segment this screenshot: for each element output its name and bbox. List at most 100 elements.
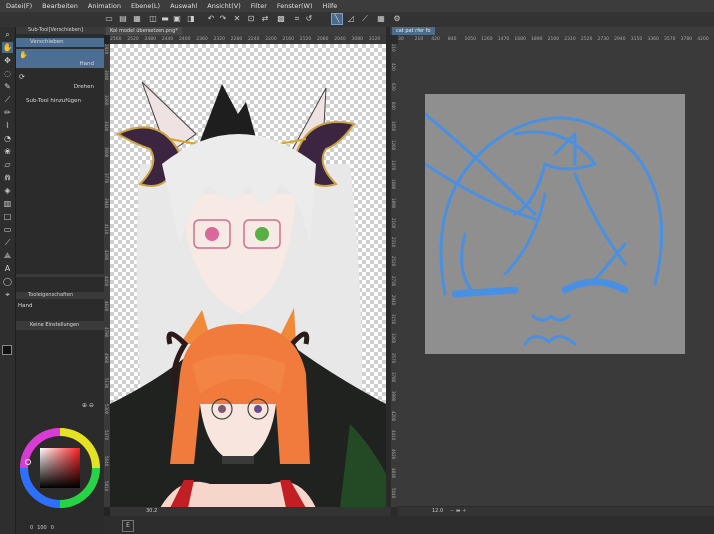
canvas2-vruler-tick-16: 3570 <box>391 352 396 363</box>
open-icon[interactable]: ▤ <box>118 14 128 24</box>
balloon-tool-icon[interactable]: ◯ <box>2 276 13 287</box>
main-color-swatch[interactable] <box>2 345 12 355</box>
canvas1-vruler-tick-10: 4620 <box>104 301 109 312</box>
operation-tool-icon[interactable]: ⌖ <box>2 289 13 300</box>
fill-icon[interactable]: ▩ <box>276 14 286 24</box>
ruler-tool-icon[interactable]: ⟋ <box>2 237 13 248</box>
canvas2-vertical-ruler: 210 420 630 840 1050 1260 1470 1680 1890 2100 2310… <box>391 44 398 507</box>
airbrush-tool-icon[interactable]: ◔ <box>2 133 13 144</box>
color-wheel[interactable] <box>20 416 102 520</box>
canvas2-vruler-tick-13: 2940 <box>391 294 396 305</box>
canvas1-tab[interactable]: Koi model übersetzen.png* <box>106 27 182 35</box>
menu-item-0[interactable]: Datei(F) <box>6 2 32 10</box>
no-settings-label: Keine Einstellungen <box>16 321 104 330</box>
deselect-icon[interactable]: ⊡ <box>246 14 256 24</box>
canvas2-ruler-tick-4: 1050 <box>464 37 476 42</box>
character1-right-eye <box>255 227 269 241</box>
grid-icon[interactable]: ▦ <box>132 14 142 24</box>
canvas2-vruler-tick-6: 1470 <box>391 159 396 170</box>
canvas2-vruler-tick-11: 2520 <box>391 256 396 267</box>
folder-icon[interactable]: ▬ <box>160 14 170 24</box>
menu-item-7[interactable]: Fenster(W) <box>277 2 313 10</box>
canvas2-ruler-tick-1: 210 <box>414 37 424 42</box>
menu-item-8[interactable]: Hilfe <box>323 2 338 10</box>
canvas2-vruler-tick-22: 4830 <box>391 468 396 479</box>
layer-icon[interactable]: E <box>122 520 134 532</box>
canvas1-vruler-tick-9: 4450 <box>104 275 109 286</box>
blend-tool-icon[interactable]: ⋒ <box>2 172 13 183</box>
hand-tool-icon[interactable]: ✋ <box>2 42 13 53</box>
canvas2-vruler-tick-0: 210 <box>391 44 396 52</box>
snap-icon[interactable]: ⌗ <box>292 14 302 24</box>
canvas2-vruler-tick-1: 420 <box>391 63 396 71</box>
zoom-tool-icon[interactable]: ⌕ <box>2 29 13 40</box>
subtool-item-hand[interactable]: ✋ Hand <box>16 49 104 68</box>
character2-choker <box>222 456 254 464</box>
settings-icon[interactable]: ⚙ <box>392 14 402 24</box>
pencil-tool-icon[interactable]: ✏ <box>2 107 13 118</box>
decoration-tool-icon[interactable]: ❀ <box>2 146 13 157</box>
grid-snap-icon[interactable]: ▦ <box>376 14 386 24</box>
subtool-item-rotate[interactable]: ⟳ Drehen <box>16 71 104 91</box>
redo-icon[interactable]: ↷ <box>218 14 228 24</box>
canvas2-vruler-tick-19: 4200 <box>391 410 396 421</box>
canvas2-zoom-controls[interactable]: − ▬ + <box>450 507 466 516</box>
export-icon[interactable]: ◨ <box>186 14 196 24</box>
clear-icon[interactable]: ✕ <box>232 14 242 24</box>
menu-item-3[interactable]: Ebene(L) <box>131 2 160 10</box>
canvas1-zoom-value[interactable]: 30.2 <box>146 507 157 516</box>
color-wheel-panel: 0 100 0 <box>16 412 104 534</box>
frame-tool-icon[interactable]: ▭ <box>2 224 13 235</box>
eyedropper-tool-icon[interactable]: ⟋ <box>2 94 13 105</box>
panel-settings-icon[interactable]: ⊕ ⊖ <box>82 402 94 409</box>
select-tool-icon[interactable]: ◌ <box>2 68 13 79</box>
save-icon[interactable]: ▣ <box>172 14 182 24</box>
canvas2-area[interactable] <box>398 44 714 506</box>
canvas2-vruler-tick-17: 3780 <box>391 371 396 383</box>
menu-item-5[interactable]: Ansicht(V) <box>207 2 241 10</box>
transform-icon[interactable]: ⇄ <box>260 14 270 24</box>
add-subtool-label: Sub-Tool hinzufügen <box>26 98 82 104</box>
special-ruler-icon[interactable]: ⟋ <box>360 14 370 24</box>
eraser-tool-icon[interactable]: ▱ <box>2 159 13 170</box>
canvas-icon[interactable]: ◫ <box>148 14 158 24</box>
canvas2-vruler-tick-9: 2100 <box>391 217 396 228</box>
menu-item-1[interactable]: Bearbeiten <box>42 2 78 10</box>
canvas1-area[interactable] <box>110 44 386 508</box>
fill-tool-icon[interactable]: ◈ <box>2 185 13 196</box>
brush-tool-icon[interactable]: ⌇ <box>2 120 13 131</box>
canvas2-ruler-tick-9: 2100 <box>547 37 560 42</box>
menu-item-4[interactable]: Auswahl <box>170 2 197 10</box>
gradient-tool-icon[interactable]: ▥ <box>2 198 13 209</box>
rotate-subtool-label: Drehen <box>73 84 94 90</box>
canvas2-ruler-tick-5: 1260 <box>481 37 493 42</box>
text-tool-icon[interactable]: A <box>2 263 13 274</box>
canvas1-vruler-tick-12: 4960 <box>104 352 109 363</box>
canvas1-tabbar: Koi model übersetzen.png* <box>104 27 386 35</box>
menu-item-2[interactable]: Animation <box>88 2 121 10</box>
sketch-right-eye <box>561 278 629 294</box>
canvas1-ruler-tick-10: 2160 <box>282 37 294 42</box>
figure-tool-icon[interactable]: □ <box>2 211 13 222</box>
subtool-panel-header: Sub-Tool[Verschieben] <box>16 27 104 34</box>
canvas2-vruler-tick-21: 4620 <box>391 449 396 460</box>
rotate-icon[interactable]: ↺ <box>304 14 314 24</box>
canvas1-ruler-tick-4: 2400 <box>179 37 191 42</box>
canvas2-status-bar: 12.0 − ▬ + <box>398 507 714 516</box>
menu-item-6[interactable]: Filter <box>251 2 267 10</box>
canvas2-vruler-tick-10: 2310 <box>391 236 396 248</box>
add-subtool-button[interactable]: Sub-Tool hinzufügen <box>16 97 104 106</box>
move-tool-icon[interactable]: ✥ <box>2 55 13 66</box>
ruler-snap-icon[interactable]: ╲ <box>331 13 343 25</box>
undo-icon[interactable]: ↶ <box>206 14 216 24</box>
subtool-item-move[interactable]: Verschieben <box>16 38 104 47</box>
pen-tool-icon[interactable]: ✎ <box>2 81 13 92</box>
menu-bar: Datei(F) Bearbeiten Animation Ebene(L) Auswa… <box>0 0 714 12</box>
canvas1-vruler-tick-3: 3430 <box>104 121 109 132</box>
correct-line-tool-icon[interactable]: ⟁ <box>2 250 13 261</box>
canvas2-ruler-tick-6: 1470 <box>497 37 510 42</box>
canvas2-tab[interactable]: cat pat rfer fo <box>392 27 435 35</box>
canvas2-zoom-value[interactable]: 12.0 <box>432 507 443 516</box>
new-file-icon[interactable]: ▭ <box>104 14 114 24</box>
perspective-icon[interactable]: ◿ <box>346 14 356 24</box>
